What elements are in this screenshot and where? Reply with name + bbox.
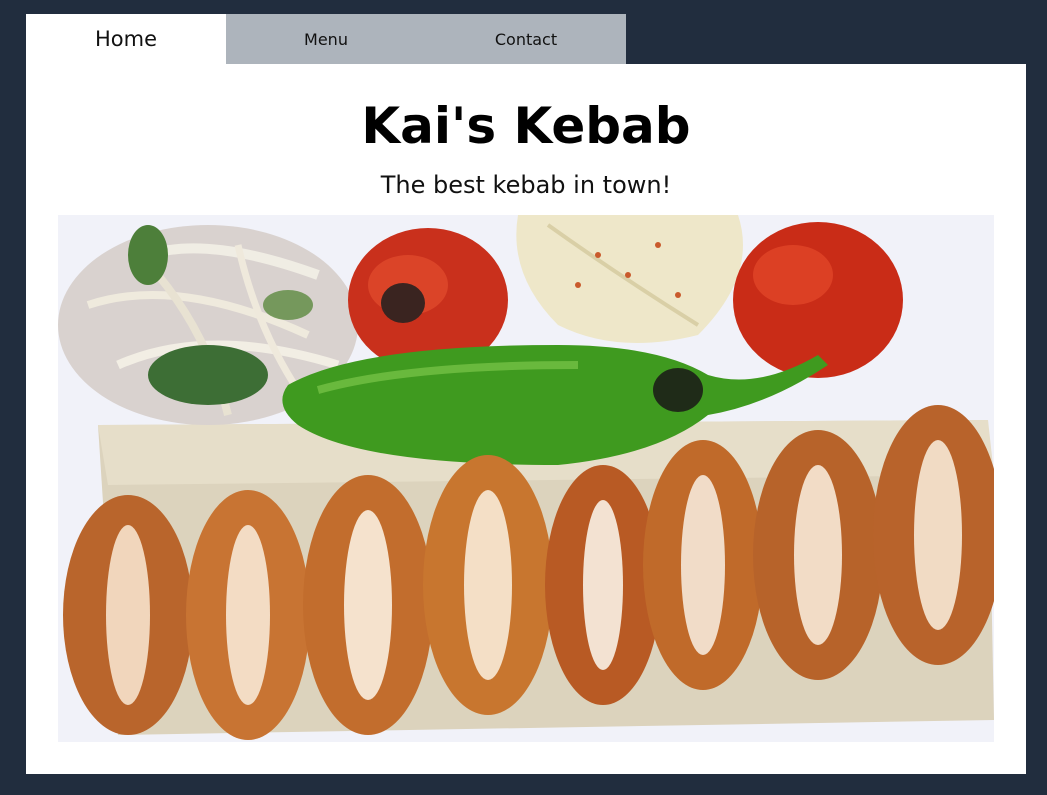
- tomato-right: [733, 222, 903, 378]
- tab-home[interactable]: Home: [26, 14, 226, 64]
- tab-menu[interactable]: Menu: [226, 14, 426, 64]
- page-title: Kai's Kebab: [361, 97, 691, 155]
- home-panel: Kai's Kebab The best kebab in town!: [26, 64, 1026, 774]
- tagline: The best kebab in town!: [380, 171, 672, 199]
- tab-contact[interactable]: Contact: [426, 14, 626, 64]
- kebab-photo: [58, 215, 994, 742]
- site-frame: Home Menu Contact Kai's Kebab The best k…: [26, 14, 1026, 774]
- tab-bar: Home Menu Contact: [26, 14, 1026, 64]
